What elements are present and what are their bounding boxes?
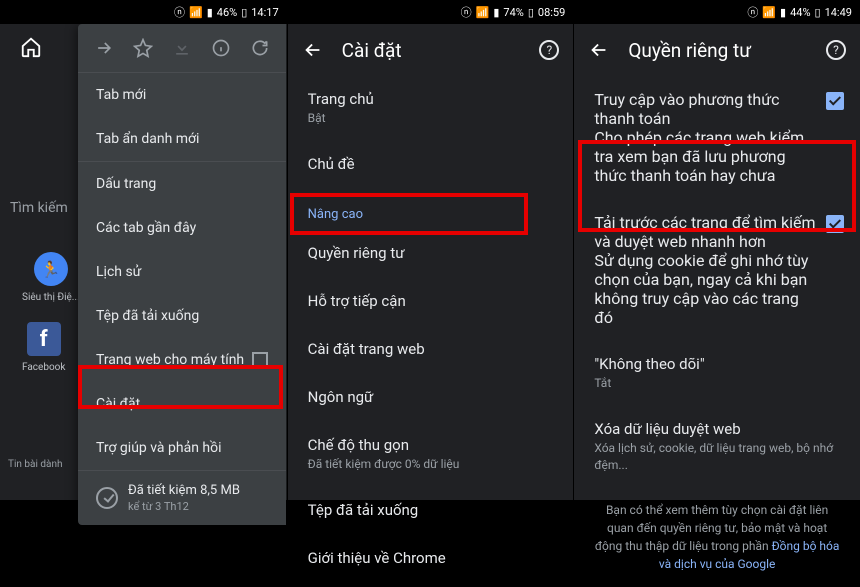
checkbox-preload[interactable]: [826, 215, 844, 233]
privacy-payment-access[interactable]: Truy cập vào phương thức thanh toán Cho …: [574, 76, 860, 199]
setting-title: Ngôn ngữ: [308, 388, 554, 406]
setting-title: Quyền riêng tư: [308, 244, 554, 262]
status-bar: ⓝ 📶 ▮ 46% ▯ 14:17: [0, 0, 287, 24]
download-icon[interactable]: [172, 38, 192, 58]
setting-lite-mode[interactable]: Chế độ thu gọn Đã tiết kiệm được 0% dữ l…: [288, 422, 574, 487]
status-bar: ⓝ 📶 ▮ 44% ▯ 14:49: [574, 0, 860, 24]
setting-downloads[interactable]: Tệp đã tải xuống: [288, 487, 574, 535]
help-icon[interactable]: ?: [539, 40, 559, 60]
menu-new-tab[interactable]: Tab mới: [78, 73, 286, 117]
menu-downloads[interactable]: Tệp đã tải xuống: [78, 294, 286, 338]
section-advanced: Nâng cao: [288, 189, 574, 230]
setting-title: Tệp đã tải xuống: [308, 501, 554, 519]
signal-icon: ▮: [780, 6, 786, 19]
panel-settings: ⓝ 📶 ▮ 74% ▯ 08:59 Cài đặt ? Trang chủ Bậ…: [287, 0, 574, 500]
menu-incognito-tab[interactable]: Tab ẩn danh mới: [78, 117, 286, 161]
setting-title: Hỗ trợ tiếp cận: [308, 292, 554, 310]
checkbox-payment[interactable]: [826, 92, 844, 110]
setting-sub: Tắt: [594, 375, 840, 392]
refresh-icon[interactable]: [250, 38, 270, 58]
forward-icon[interactable]: [94, 38, 114, 58]
menu-help[interactable]: Trợ giúp và phản hồi: [78, 426, 286, 470]
clock: 14:49: [825, 6, 852, 19]
back-icon[interactable]: [302, 39, 324, 61]
setting-accessibility[interactable]: Hỗ trợ tiếp cận: [288, 278, 574, 326]
facebook-icon: f: [27, 322, 61, 356]
privacy-footer-note: Bạn có thể xem thêm tùy chọn cài đặt liê…: [574, 487, 860, 587]
data-saver-title: Đã tiết kiệm 8,5 MB: [128, 483, 240, 500]
status-bar: ⓝ 📶 ▮ 74% ▯ 08:59: [288, 0, 574, 24]
search-hint[interactable]: Tìm kiếm: [10, 200, 68, 216]
setting-title: Trang chủ: [308, 90, 554, 108]
bookmark-facebook[interactable]: f Facebook: [22, 322, 65, 373]
setting-title: Tải trước các trang để tìm kiếm và duyệt…: [594, 213, 818, 251]
settings-header: Cài đặt ?: [288, 24, 574, 76]
menu-desktop-label: Trang web cho máy tính: [96, 352, 244, 368]
setting-sub: Đã tiết kiệm được 0% dữ liệu: [308, 456, 554, 473]
battery-percent: 44%: [790, 6, 810, 19]
menu-settings[interactable]: Cài đặt: [78, 382, 286, 426]
battery-percent: 46%: [217, 6, 237, 19]
menu-recent-tabs[interactable]: Các tab gần đây: [78, 206, 286, 250]
overflow-menu: Tab mới Tab ẩn danh mới Dấu trang Các ta…: [78, 24, 286, 525]
help-icon[interactable]: ?: [826, 40, 846, 60]
home-icon[interactable]: [20, 36, 42, 58]
battery-percent: 74%: [503, 6, 523, 19]
menu-icon-row: [78, 24, 286, 73]
privacy-preload[interactable]: Tải trước các trang để tìm kiếm và duyệt…: [574, 199, 860, 341]
data-saver-icon: [96, 487, 118, 509]
clock: 08:59: [538, 6, 565, 19]
setting-sub: Cho phép các trang web kiểm tra xem bạn …: [594, 128, 818, 185]
panel-chrome-menu: ⓝ 📶 ▮ 46% ▯ 14:17 Tìm kiếm 🏃 Siêu thị Đi…: [0, 0, 287, 500]
nfc-icon: ⓝ: [461, 4, 472, 20]
setting-sub: Sử dụng cookie để ghi nhớ tùy chọn của b…: [594, 251, 818, 327]
battery-icon: ▯: [241, 6, 247, 19]
setting-title: Chủ đề: [308, 155, 554, 173]
menu-desktop-site[interactable]: Trang web cho máy tính: [78, 338, 286, 382]
setting-title: Chế độ thu gọn: [308, 436, 554, 454]
setting-title: Cài đặt trang web: [308, 340, 554, 358]
data-saver-sub: kể từ 3 Th12: [128, 500, 240, 513]
setting-title: Xóa dữ liệu duyệt web: [594, 420, 840, 438]
page-title: Cài đặt: [342, 39, 522, 62]
setting-homepage[interactable]: Trang chủ Bật: [288, 76, 574, 141]
menu-history[interactable]: Lịch sử: [78, 250, 286, 294]
bookmark-label: Facebook: [22, 362, 65, 373]
setting-title: Truy cập vào phương thức thanh toán: [594, 90, 818, 128]
setting-site-settings[interactable]: Cài đặt trang web: [288, 326, 574, 374]
clock: 14:17: [251, 6, 278, 19]
wifi-icon: 📶: [762, 6, 776, 19]
signal-icon: ▮: [493, 6, 499, 19]
setting-about[interactable]: Giới thiệu về Chrome: [288, 535, 574, 583]
nfc-icon: ⓝ: [174, 4, 185, 20]
page-title: Quyền riêng tư: [628, 39, 808, 62]
nfc-icon: ⓝ: [747, 4, 758, 20]
privacy-dnt[interactable]: "Không theo dõi" Tắt: [574, 341, 860, 406]
battery-icon: ▯: [815, 6, 821, 19]
back-icon[interactable]: [588, 39, 610, 61]
panel-privacy: ⓝ 📶 ▮ 44% ▯ 14:49 Quyền riêng tư ? Truy …: [573, 0, 860, 500]
privacy-header: Quyền riêng tư ?: [574, 24, 860, 76]
star-icon[interactable]: [133, 38, 153, 58]
bookmark-sieu-thi[interactable]: 🏃 Siêu thị Điệ...: [22, 252, 80, 303]
wifi-icon: 📶: [476, 6, 490, 19]
menu-data-saver[interactable]: Đã tiết kiệm 8,5 MB kể từ 3 Th12: [78, 471, 286, 525]
setting-language[interactable]: Ngôn ngữ: [288, 374, 574, 422]
info-icon[interactable]: [211, 38, 231, 58]
setting-privacy[interactable]: Quyền riêng tư: [288, 230, 574, 278]
menu-bookmarks[interactable]: Dấu trang: [78, 162, 286, 206]
bookmark-label: Siêu thị Điệ...: [22, 292, 80, 303]
desktop-checkbox[interactable]: [252, 352, 268, 368]
setting-sub: Bật: [308, 110, 554, 127]
setting-title: "Không theo dõi": [594, 355, 840, 373]
wifi-icon: 📶: [189, 6, 203, 19]
setting-title: Giới thiệu về Chrome: [308, 549, 554, 567]
running-icon: 🏃: [34, 252, 68, 286]
setting-theme[interactable]: Chủ đề: [288, 141, 574, 189]
battery-icon: ▯: [528, 6, 534, 19]
setting-sub: Xóa lịch sử, cookie, dữ liệu trang web, …: [594, 440, 840, 474]
signal-icon: ▮: [207, 6, 213, 19]
news-label: Tin bài dành: [8, 459, 62, 470]
privacy-clear-data[interactable]: Xóa dữ liệu duyệt web Xóa lịch sử, cooki…: [574, 406, 860, 488]
